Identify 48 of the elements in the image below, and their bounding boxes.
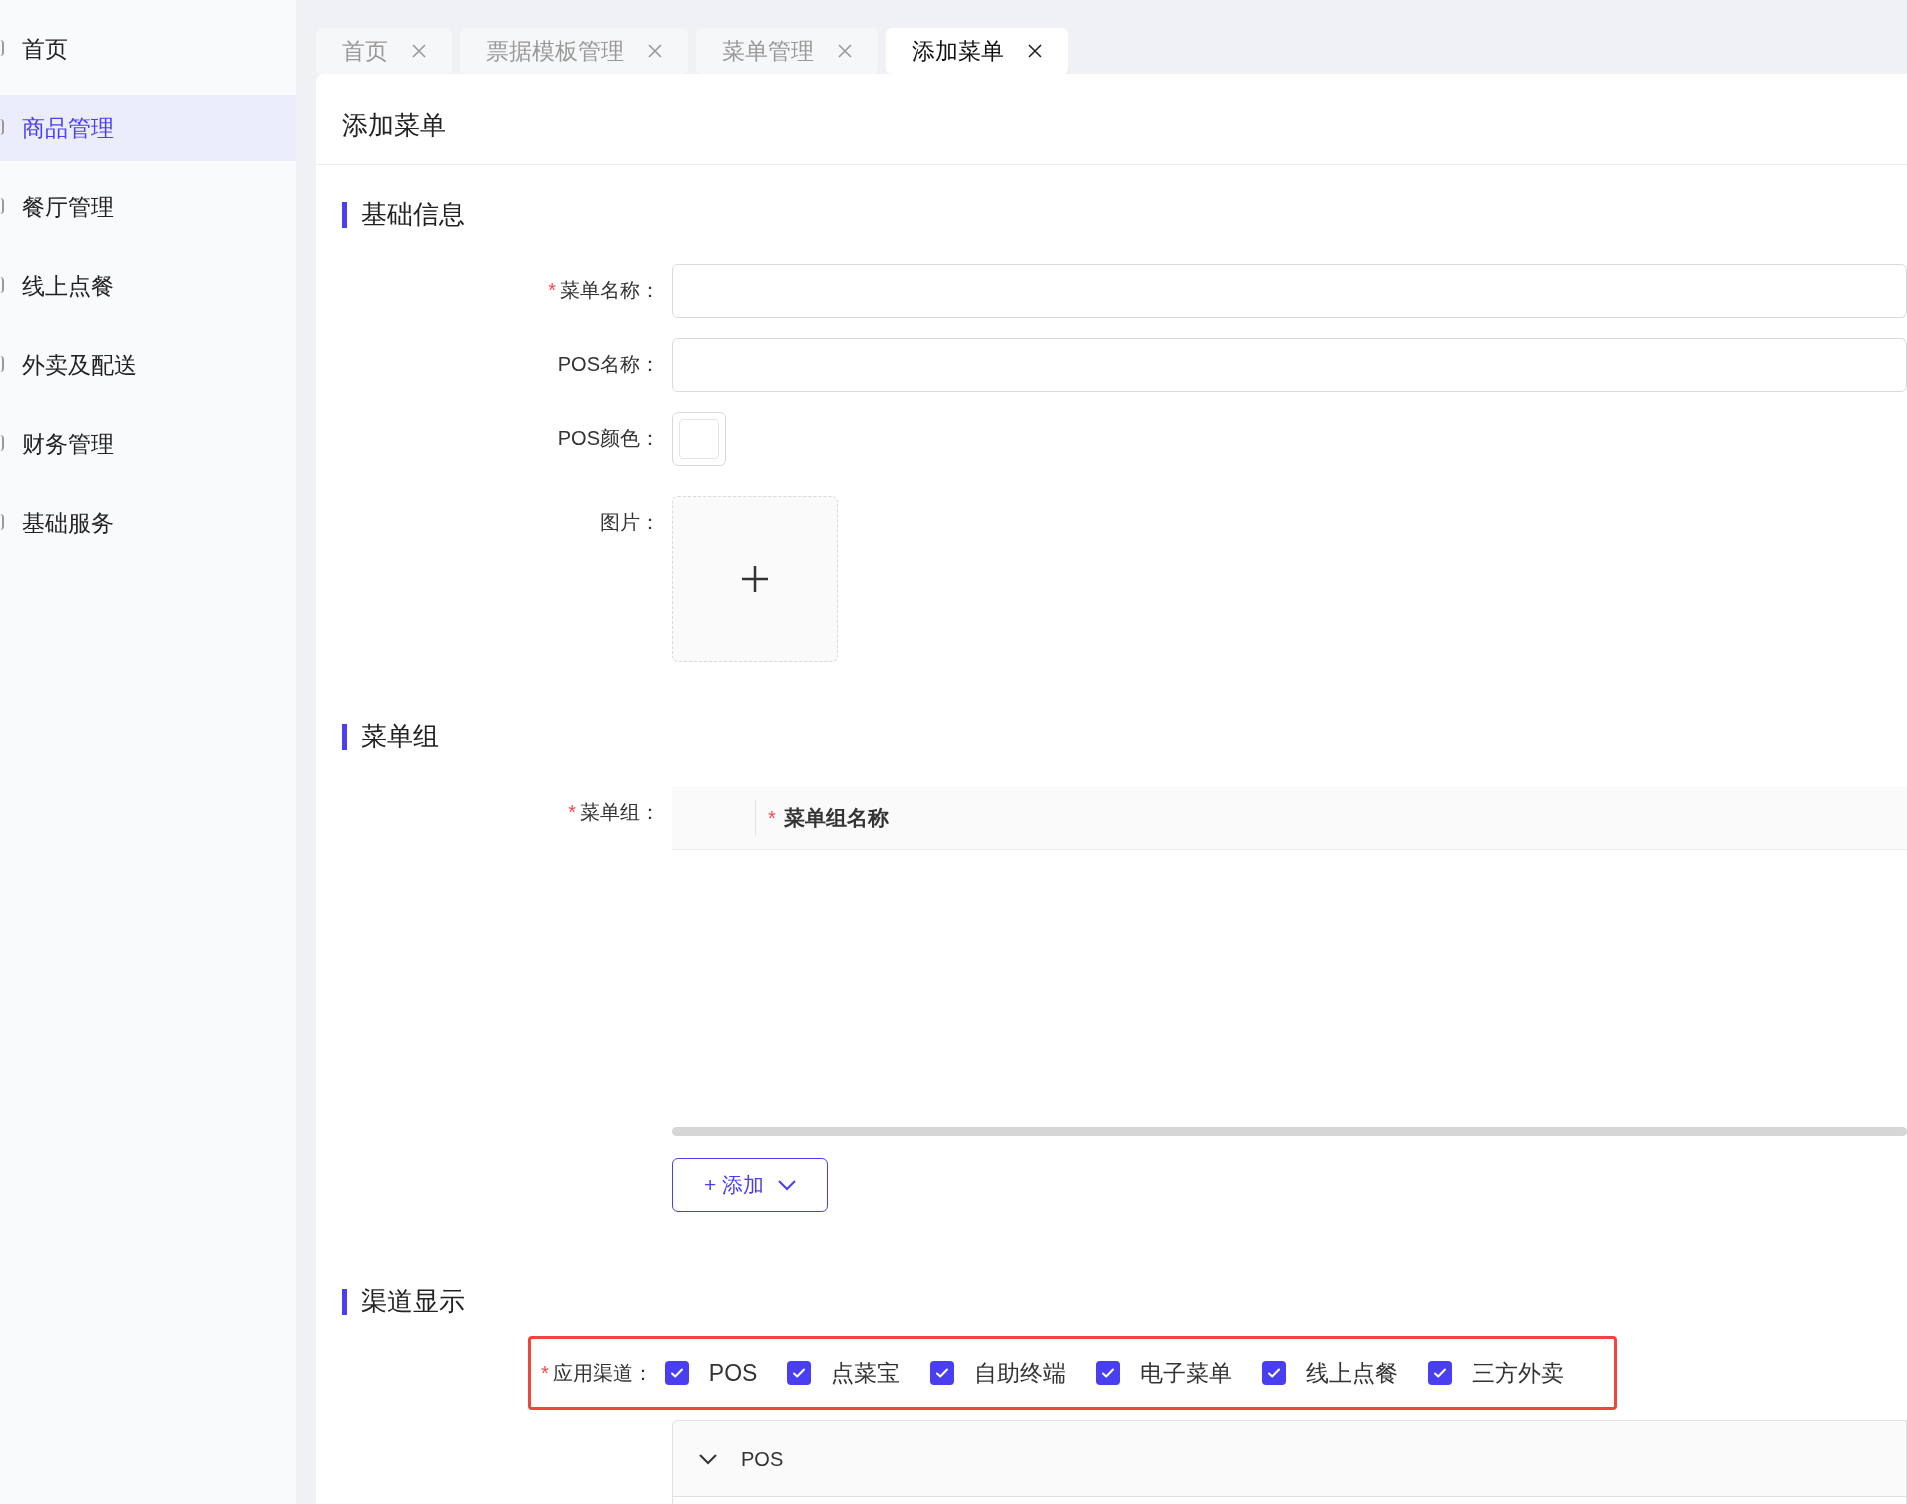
sidebar-item[interactable]: 线上点餐 bbox=[0, 253, 296, 319]
field-label: POS颜色： bbox=[557, 426, 660, 451]
field-label: 菜单组： bbox=[580, 800, 660, 825]
checkbox[interactable] bbox=[930, 1361, 955, 1385]
required-mark: * bbox=[768, 805, 776, 831]
plus-icon bbox=[740, 564, 770, 594]
section-title: 基础信息 bbox=[361, 198, 465, 231]
section-title: 菜单组 bbox=[361, 720, 439, 753]
required-mark: * bbox=[568, 800, 576, 825]
input-field[interactable] bbox=[672, 338, 1907, 392]
chevron-icon[interactable] bbox=[699, 1452, 717, 1465]
checkbox[interactable] bbox=[787, 1361, 812, 1385]
required-mark: * bbox=[548, 278, 556, 303]
required-mark: * bbox=[541, 1361, 549, 1386]
field-label: 菜单名称： bbox=[560, 278, 660, 303]
sidebar-item[interactable]: 外卖及配送 bbox=[0, 332, 296, 398]
sidebar-item[interactable]: 商品管理 bbox=[0, 95, 296, 161]
panel-title: POS bbox=[741, 1446, 784, 1472]
section-marker bbox=[342, 201, 347, 228]
tab[interactable]: 添加菜单 bbox=[886, 28, 1068, 74]
checkbox-label: 三方外卖 bbox=[1472, 1358, 1565, 1388]
sidebar-item[interactable]: 基础服务 bbox=[0, 490, 296, 556]
sidebar-item[interactable]: 餐厅管理 bbox=[0, 174, 296, 240]
scrollbar[interactable] bbox=[672, 1127, 1907, 1136]
section-marker bbox=[342, 1288, 347, 1315]
sidebar-item[interactable]: 首页 bbox=[0, 16, 296, 82]
field-label: POS名称： bbox=[557, 352, 660, 377]
chevron-down-icon bbox=[778, 1179, 797, 1191]
field-label: 应用渠道： bbox=[552, 1361, 653, 1386]
checkbox[interactable] bbox=[1262, 1361, 1287, 1385]
checkbox-label: 线上点餐 bbox=[1306, 1358, 1399, 1388]
checkbox-label: 自助终端 bbox=[974, 1358, 1067, 1388]
checkbox[interactable] bbox=[1428, 1361, 1453, 1385]
page-title: 添加菜单 bbox=[342, 109, 446, 142]
checkbox-label: 点菜宝 bbox=[831, 1358, 901, 1388]
checkbox[interactable] bbox=[1096, 1361, 1121, 1385]
sidebar-item[interactable]: 财务管理 bbox=[0, 411, 296, 477]
close-icon[interactable] bbox=[1028, 44, 1042, 58]
column-header: 菜单组名称 bbox=[783, 804, 889, 831]
add-button[interactable]: + 添加 bbox=[672, 1158, 828, 1212]
checkbox-label: POS bbox=[708, 1358, 758, 1388]
section-marker bbox=[342, 723, 347, 750]
field-label: 图片： bbox=[600, 510, 660, 535]
section-title: 渠道显示 bbox=[361, 1285, 465, 1318]
checkbox[interactable] bbox=[664, 1361, 689, 1385]
color-picker[interactable] bbox=[672, 412, 726, 466]
checkbox-label: 电子菜单 bbox=[1140, 1358, 1233, 1388]
input-field[interactable] bbox=[672, 264, 1907, 318]
